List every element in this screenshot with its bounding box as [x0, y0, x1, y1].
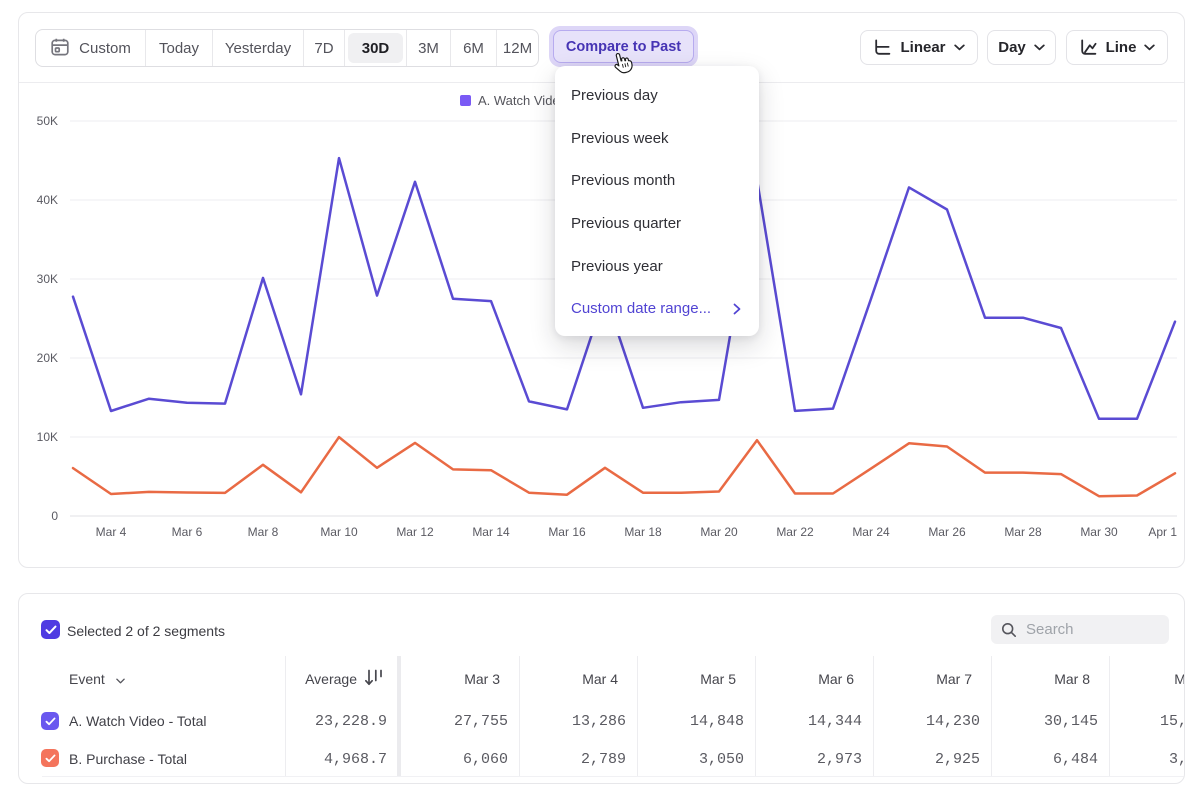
- svg-text:Mar 24: Mar 24: [852, 525, 890, 539]
- svg-text:Mar 28: Mar 28: [1004, 525, 1042, 539]
- svg-text:Mar 6: Mar 6: [172, 525, 203, 539]
- svg-text:30K: 30K: [37, 272, 58, 286]
- svg-text:Mar 10: Mar 10: [320, 525, 358, 539]
- svg-text:Mar 4: Mar 4: [96, 525, 127, 539]
- svg-text:Mar 22: Mar 22: [776, 525, 814, 539]
- svg-text:Mar 26: Mar 26: [928, 525, 966, 539]
- svg-text:Mar 8: Mar 8: [248, 525, 279, 539]
- svg-text:0: 0: [51, 509, 58, 523]
- svg-text:50K: 50K: [37, 114, 58, 128]
- svg-text:Mar 14: Mar 14: [472, 525, 510, 539]
- svg-text:10K: 10K: [37, 430, 58, 444]
- svg-text:Mar 20: Mar 20: [700, 525, 738, 539]
- svg-text:40K: 40K: [37, 193, 58, 207]
- svg-text:Mar 12: Mar 12: [396, 525, 434, 539]
- svg-text:Mar 30: Mar 30: [1080, 525, 1118, 539]
- svg-text:Mar 18: Mar 18: [624, 525, 662, 539]
- svg-text:Mar 16: Mar 16: [548, 525, 586, 539]
- svg-text:20K: 20K: [37, 351, 58, 365]
- svg-text:Apr 1: Apr 1: [1148, 525, 1177, 539]
